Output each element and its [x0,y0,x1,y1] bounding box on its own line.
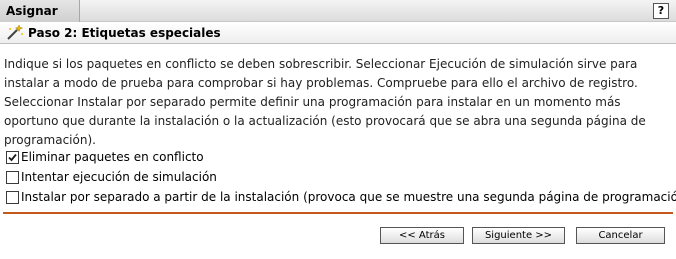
wand-icon [6,24,24,41]
instalar-separado-checkbox[interactable] [6,191,19,204]
intentar-simulacion-checkbox[interactable] [6,171,19,184]
separator-line [3,212,673,214]
option-label: Intentar ejecución de simulación [21,170,217,184]
cancel-button[interactable]: Cancelar [576,227,665,244]
step-header: Paso 2: Etiquetas especiales [0,22,676,44]
help-button[interactable]: ? [653,3,669,19]
option-label: Instalar por separado a partir de la ins… [21,190,676,204]
option-label: Eliminar paquetes en conflicto [21,150,204,164]
title-bar: Asignar lote ? [0,0,676,40]
tab-asignar-lote[interactable]: Asignar lote [0,0,80,40]
description-text: Indique si los paquetes en conflicto se … [4,57,646,147]
back-button[interactable]: << Atrás [380,227,464,244]
eliminar-paquetes-checkbox[interactable] [6,151,19,164]
step-title: Paso 2: Etiquetas especiales [28,26,221,40]
next-button[interactable]: Siguiente >> [472,227,565,244]
